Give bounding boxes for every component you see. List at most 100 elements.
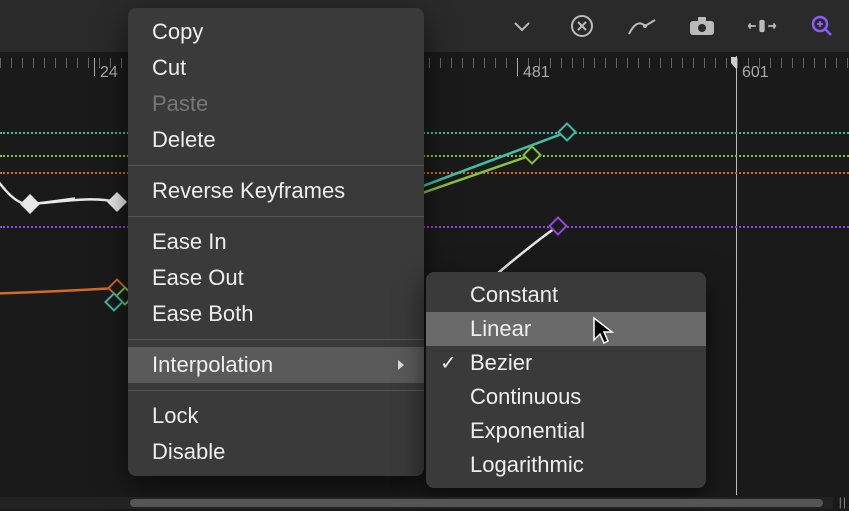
ruler-tick	[440, 58, 441, 68]
menu-item-label: Paste	[152, 91, 208, 116]
dropdown-chevron-icon[interactable]	[507, 11, 537, 41]
menu-item-paste: Paste	[128, 86, 424, 122]
ruler-tick	[616, 58, 617, 68]
ruler-tick	[825, 58, 826, 68]
ruler-tick	[0, 58, 1, 68]
ruler-tick	[781, 58, 782, 68]
playhead-marker-icon[interactable]	[730, 56, 744, 76]
ruler-tick	[638, 58, 639, 68]
ruler-major-tick	[94, 58, 95, 76]
submenu-item-label: Bezier	[470, 350, 532, 375]
ruler-tick	[561, 58, 562, 68]
menu-item-label: Ease In	[152, 229, 227, 254]
fit-timeline-icon[interactable]	[747, 11, 777, 41]
ruler-tick	[77, 58, 78, 68]
menu-item-cut[interactable]: Cut	[128, 50, 424, 86]
submenu-item-label: Constant	[470, 282, 558, 307]
submenu-item-linear[interactable]: Linear	[426, 312, 706, 346]
ruler-tick	[583, 58, 584, 68]
ruler-tick	[792, 58, 793, 68]
ruler-tick	[671, 58, 672, 68]
ruler-tick	[484, 58, 485, 68]
menu-item-label: Ease Out	[152, 265, 244, 290]
menu-divider	[128, 390, 424, 391]
ruler-tick	[572, 58, 573, 68]
menu-divider	[128, 165, 424, 166]
submenu-item-bezier[interactable]: ✓ Bezier	[426, 346, 706, 380]
ruler-major-tick	[517, 58, 518, 76]
ruler-tick	[429, 58, 430, 68]
ruler-tick	[594, 58, 595, 68]
ruler-frame-label: 481	[523, 64, 550, 82]
submenu-item-label: Logarithmic	[470, 452, 584, 477]
ruler-tick	[726, 58, 727, 68]
ruler-tick	[506, 58, 507, 68]
menu-item-copy[interactable]: Copy	[128, 14, 424, 50]
ruler-tick	[803, 58, 804, 68]
ruler-tick	[33, 58, 34, 68]
ruler-tick	[473, 58, 474, 68]
interpolation-submenu: Constant Linear ✓ Bezier Continuous Exponenti…	[426, 272, 706, 488]
ruler-tick	[550, 58, 551, 68]
horizontal-scrollbar[interactable]	[0, 497, 833, 509]
ruler-tick	[770, 58, 771, 68]
ruler-tick	[836, 58, 837, 68]
menu-item-disable[interactable]: Disable	[128, 434, 424, 470]
ruler-tick	[649, 58, 650, 68]
ruler-tick	[451, 58, 452, 68]
menu-item-delete[interactable]: Delete	[128, 122, 424, 158]
ruler-tick	[22, 58, 23, 68]
menu-item-reverse-keyframes[interactable]: Reverse Keyframes	[128, 173, 424, 209]
submenu-arrow-icon	[396, 352, 406, 378]
ruler-tick	[11, 58, 12, 68]
ruler-frame-label: 601	[742, 64, 769, 82]
menu-item-ease-both[interactable]: Ease Both	[128, 296, 424, 332]
cancel-circle-icon[interactable]	[567, 11, 597, 41]
ruler-tick	[627, 58, 628, 68]
menu-item-ease-out[interactable]: Ease Out	[128, 260, 424, 296]
zoom-icon[interactable]	[807, 11, 837, 41]
scrollbar-thumb[interactable]	[130, 499, 823, 507]
ruler-tick	[44, 58, 45, 68]
resize-handle-icon[interactable]: ||	[839, 495, 847, 509]
menu-item-label: Copy	[152, 19, 203, 44]
submenu-item-continuous[interactable]: Continuous	[426, 380, 706, 414]
ruler-frame-label: 24	[100, 64, 118, 82]
menu-item-label: Cut	[152, 55, 186, 80]
ruler-tick	[495, 58, 496, 68]
submenu-item-label: Linear	[470, 316, 531, 341]
submenu-item-logarithmic[interactable]: Logarithmic	[426, 448, 706, 482]
submenu-item-constant[interactable]: Constant	[426, 278, 706, 312]
menu-item-label: Interpolation	[152, 352, 273, 377]
context-menu: Copy Cut Paste Delete Reverse Keyframes Ease …	[128, 8, 424, 476]
ruler-tick	[55, 58, 56, 68]
menu-item-lock[interactable]: Lock	[128, 398, 424, 434]
curve-edit-icon[interactable]	[627, 11, 657, 41]
menu-item-label: Disable	[152, 439, 225, 464]
ruler-tick	[693, 58, 694, 68]
ruler-tick	[605, 58, 606, 68]
ruler-tick	[847, 58, 848, 68]
ruler-tick	[704, 58, 705, 68]
menu-item-interpolation[interactable]: Interpolation	[128, 347, 424, 383]
submenu-item-label: Continuous	[470, 384, 581, 409]
menu-item-label: Lock	[152, 403, 198, 428]
ruler-tick	[814, 58, 815, 68]
submenu-item-exponential[interactable]: Exponential	[426, 414, 706, 448]
checkmark-icon: ✓	[440, 351, 457, 376]
ruler-tick	[462, 58, 463, 68]
ruler-tick	[66, 58, 67, 68]
menu-divider	[128, 216, 424, 217]
menu-divider	[128, 339, 424, 340]
ruler-tick	[121, 58, 122, 68]
ruler-tick	[682, 58, 683, 68]
ruler-tick	[715, 58, 716, 68]
camera-icon[interactable]	[687, 11, 717, 41]
menu-item-label: Ease Both	[152, 301, 254, 326]
menu-item-label: Delete	[152, 127, 216, 152]
menu-item-label: Reverse Keyframes	[152, 178, 345, 203]
menu-item-ease-in[interactable]: Ease In	[128, 224, 424, 260]
ruler-tick	[88, 58, 89, 68]
ruler-tick	[660, 58, 661, 68]
submenu-item-label: Exponential	[470, 418, 585, 443]
